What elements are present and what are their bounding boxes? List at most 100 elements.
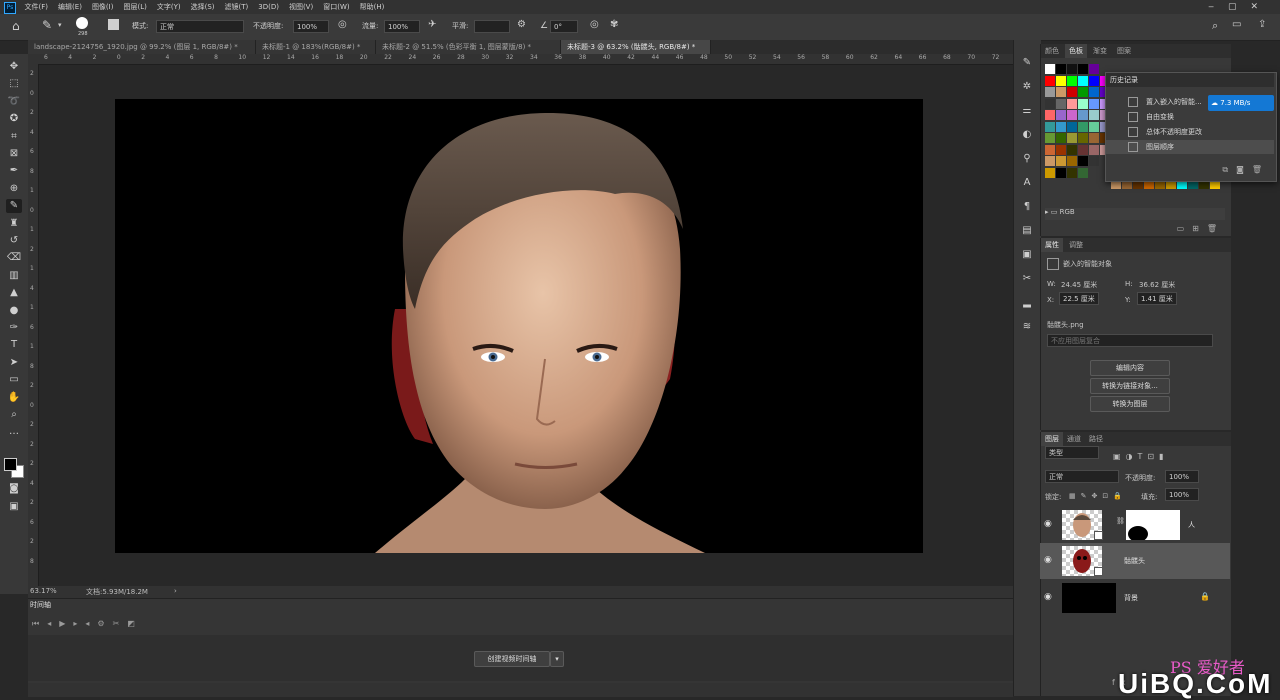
brush-size-preview[interactable] (76, 17, 88, 29)
visibility-eye-icon[interactable]: ◉ (1044, 519, 1052, 529)
layers-tab-0[interactable]: 图层 (1041, 432, 1063, 446)
color-swatch[interactable] (1045, 110, 1055, 120)
color-swatch[interactable] (1078, 133, 1088, 143)
first-frame-icon[interactable]: ⏮ (32, 619, 47, 628)
angle-icon[interactable]: ∠ (540, 21, 548, 31)
more-tools-icon[interactable]: … (6, 425, 22, 439)
color-swatch[interactable] (1067, 167, 1077, 178)
opacity-field[interactable]: 100% (293, 20, 329, 33)
paths-icon[interactable]: ✂ (1020, 272, 1034, 286)
color-swatch[interactable] (1067, 87, 1077, 97)
history-brush-icon[interactable]: ↺ (6, 234, 22, 248)
tab-untitled-2[interactable]: 未标题-2 @ 51.5% (色彩平衡 1, 图层蒙版/8) * (376, 40, 561, 54)
color-swatch[interactable] (1045, 87, 1055, 97)
settings-icon[interactable]: ⚙ (97, 619, 112, 628)
brush-preset-dropdown-icon[interactable]: ▾ (58, 21, 62, 29)
convert-to-layers-button[interactable]: 转换为图层 (1090, 396, 1170, 412)
layers-tab-2[interactable]: 路径 (1085, 432, 1107, 446)
color-swatch[interactable] (1078, 87, 1088, 97)
menu-item[interactable]: 文件(F) (25, 0, 49, 14)
lock-icon[interactable]: 🔒 (1200, 592, 1210, 601)
color-swatch[interactable] (1089, 156, 1099, 166)
zoom-level[interactable]: 63.17% (30, 587, 57, 595)
color-swatch[interactable] (1067, 144, 1077, 155)
color-swatch[interactable] (1056, 75, 1066, 86)
color-swatch[interactable] (1045, 133, 1055, 143)
color-swatch[interactable] (1078, 64, 1088, 74)
menu-item[interactable]: 滤镜(T) (225, 0, 249, 14)
visibility-eye-icon[interactable]: ◉ (1044, 555, 1052, 565)
search-icon[interactable]: ⌕ (1212, 19, 1218, 33)
marquee-tool-icon[interactable]: ⬚ (6, 77, 22, 91)
panel-tab-0[interactable]: 颜色 (1041, 44, 1063, 58)
quick-select-tool-icon[interactable]: ✪ (6, 112, 22, 126)
tab-landscape[interactable]: landscape-2124756_1920.jpg @ 99.2% (图层 1… (28, 40, 256, 54)
stamp-tool-icon[interactable]: ♜ (6, 217, 22, 231)
hand-tool-icon[interactable]: ✋ (6, 391, 22, 405)
mode-select[interactable]: 正常 (156, 20, 244, 33)
color-swatch[interactable] (1045, 167, 1055, 178)
tab-untitled-1[interactable]: 未标题-1 @ 183%(RGB/8#) * (256, 40, 376, 54)
color-swatch[interactable] (1045, 121, 1055, 132)
color-swatch[interactable] (1056, 87, 1066, 97)
color-swatch[interactable] (1067, 156, 1077, 166)
color-swatch[interactable] (1045, 75, 1055, 86)
color-swatch[interactable] (1067, 110, 1077, 120)
color-swatch[interactable] (1056, 64, 1066, 74)
brush-tool-icon[interactable]: ✎ (42, 18, 52, 32)
color-swatch[interactable] (1056, 121, 1066, 132)
x-field[interactable]: 22.5 厘米 (1059, 292, 1099, 305)
new-swatch-icon[interactable]: ⊞ (1192, 224, 1207, 233)
play-icon[interactable]: ▶ (59, 619, 73, 628)
menu-item[interactable]: 帮助(H) (360, 0, 385, 14)
crop-tool-icon[interactable]: ⌗ (6, 130, 22, 144)
notes-icon[interactable]: ▣ (1020, 248, 1034, 262)
color-swatch[interactable] (1045, 144, 1055, 155)
color-swatch[interactable] (1078, 121, 1088, 132)
share-icon[interactable]: ⇪ (1258, 19, 1266, 30)
audio-icon[interactable]: ◂ (85, 619, 97, 628)
brush-settings-icon[interactable] (108, 19, 119, 30)
color-swatch[interactable] (1089, 144, 1099, 155)
menu-item[interactable]: 图层(L) (123, 0, 146, 14)
eraser-tool-icon[interactable]: ⌫ (6, 251, 22, 265)
prev-frame-icon[interactable]: ◂ (47, 619, 59, 628)
quick-mask-icon[interactable]: ◙ (6, 482, 22, 496)
color-swatch[interactable] (1089, 75, 1099, 86)
levels-icon[interactable]: ▂ (1020, 296, 1034, 310)
menu-item[interactable]: 编辑(E) (58, 0, 82, 14)
convert-to-linked-object-button[interactable]: 转换为链接对象... (1090, 378, 1170, 394)
pen-tool-icon[interactable]: ✑ (6, 321, 22, 335)
eyedropper-tool-icon[interactable]: ✒ (6, 164, 22, 178)
home-icon[interactable]: ⌂ (12, 19, 20, 33)
workspace-icon[interactable]: ▭ (1232, 19, 1241, 30)
color-swatch[interactable] (1089, 87, 1099, 97)
layers-tab-1[interactable]: 通道 (1063, 432, 1085, 446)
shape-tool-icon[interactable]: ▭ (6, 373, 22, 387)
layer-row[interactable]: ◉ ⛓ 人 (1040, 507, 1230, 543)
color-swatch[interactable] (1067, 64, 1077, 74)
angle-field[interactable]: 0° (550, 20, 578, 33)
rgb-group[interactable]: ▸ ▭ RGB (1045, 208, 1225, 220)
snapshot-icon[interactable]: ◙ (1236, 165, 1252, 174)
symmetry-icon[interactable]: ✾ (610, 19, 618, 30)
color-swatch[interactable] (1078, 110, 1088, 120)
history-title[interactable]: 历史记录 (1106, 73, 1274, 87)
color-swatch[interactable] (1067, 121, 1077, 132)
paragraph-icon[interactable]: ¶ (1020, 200, 1034, 214)
pressure-opacity-icon[interactable]: ◎ (338, 19, 347, 30)
color-swatch[interactable] (1056, 144, 1066, 155)
frame-tool-icon[interactable]: ⊠ (6, 147, 22, 161)
dodge-tool-icon[interactable]: ● (6, 304, 22, 318)
tool-presets-icon[interactable]: ⚲ (1020, 152, 1034, 166)
create-video-timeline-button[interactable]: 创建视频时间轴 (474, 651, 550, 667)
tab-untitled-3[interactable]: 未标题-3 @ 63.2% (骷髅头, RGB/8#) * (561, 40, 711, 54)
layer-opacity-field[interactable]: 100% (1165, 470, 1199, 483)
timeline-tab[interactable]: 时间轴 (30, 600, 51, 610)
fill-field[interactable]: 100% (1165, 488, 1199, 501)
color-swatch[interactable] (1056, 110, 1066, 120)
color-swatch[interactable] (1078, 75, 1088, 86)
panel-tab-3[interactable]: 图案 (1113, 44, 1135, 58)
layer-filter-select[interactable]: 类型 (1045, 446, 1099, 459)
color-swatch[interactable] (1067, 98, 1077, 109)
